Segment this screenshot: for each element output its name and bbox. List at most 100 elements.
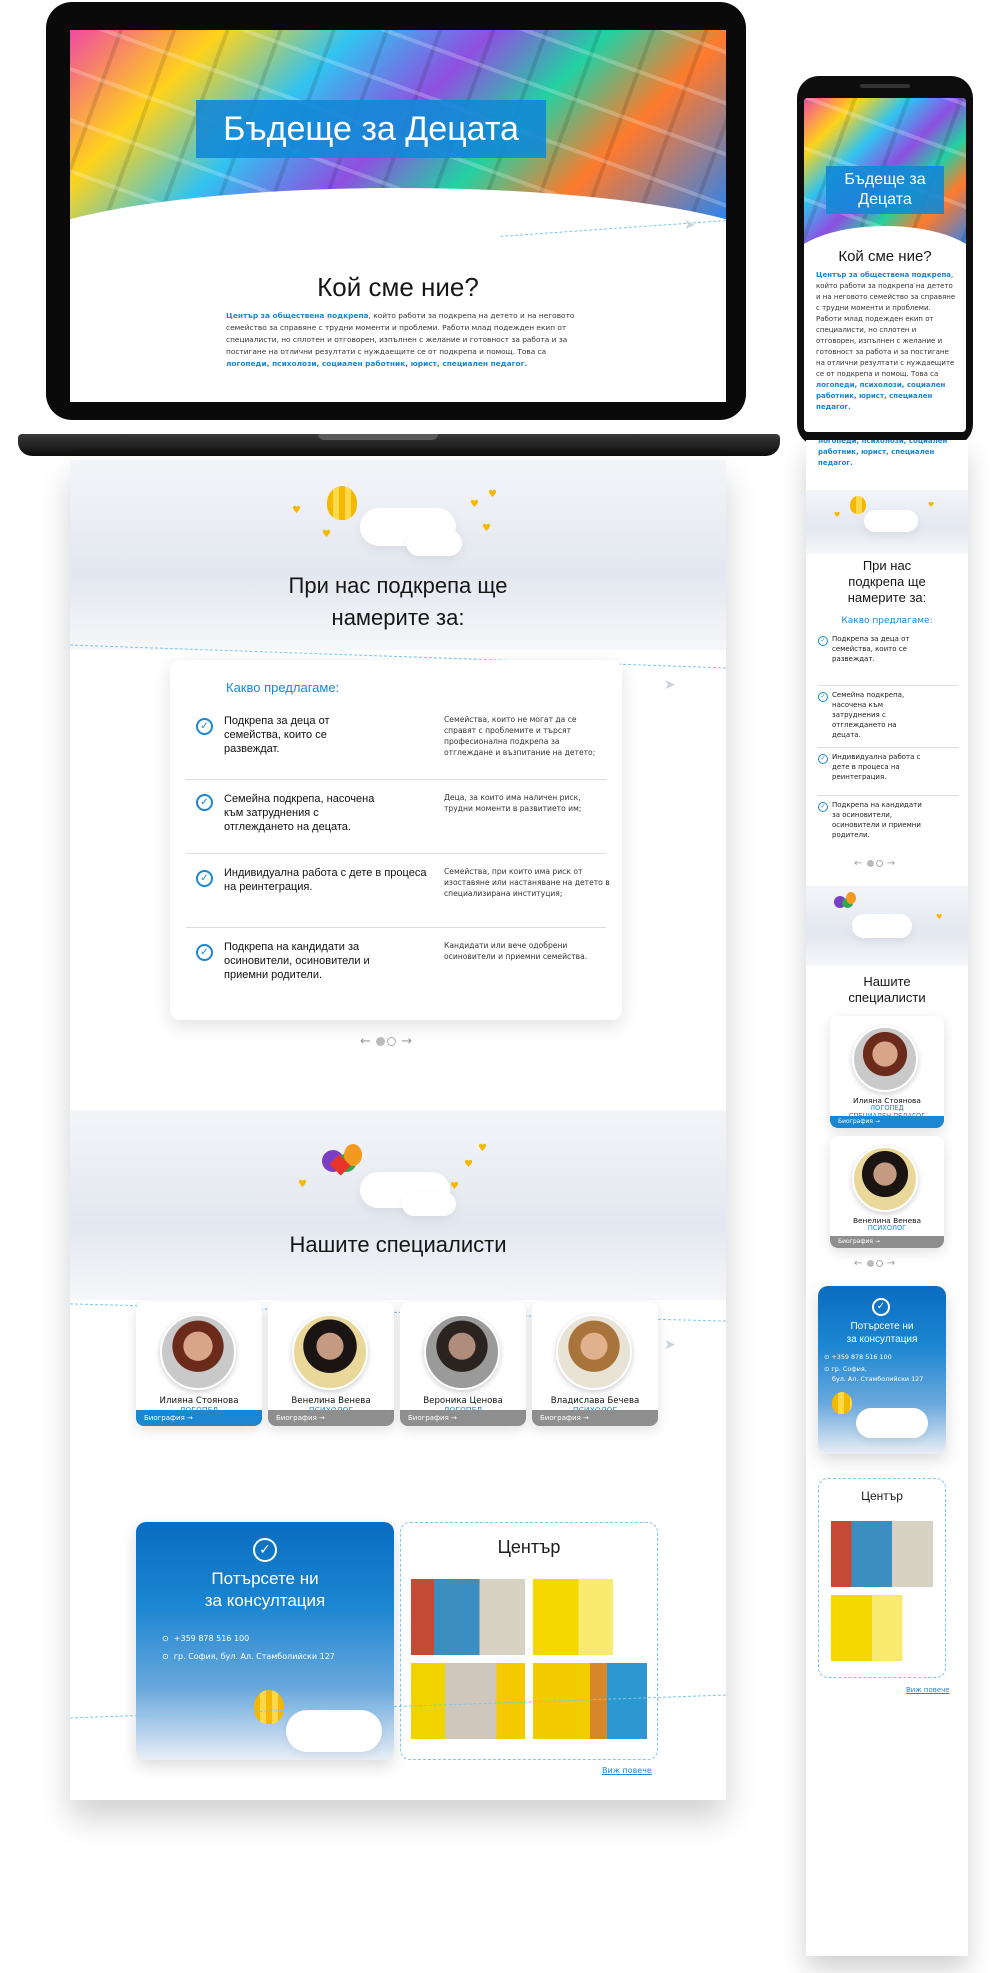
specialist-name: Владислава Бечева [550, 1396, 640, 1406]
heart-icon: ♥ [464, 1159, 473, 1170]
bio-button[interactable]: Биография → [400, 1410, 526, 1426]
specialist-role: Психолог [867, 1224, 907, 1232]
laptop-notch [318, 434, 438, 440]
heart-icon: ♥ [936, 913, 943, 921]
offers-heading: При нас подкрепа ще намерите за: [70, 570, 726, 634]
mobile-specialist-card[interactable]: Илияна Стоянова Логопед Специален педаго… [830, 1016, 944, 1128]
pager-dot[interactable] [387, 1037, 397, 1046]
arrow-right-icon[interactable]: → [401, 1034, 412, 1049]
bio-label: Биография [276, 1414, 317, 1422]
check-circle-icon: ⊙ [162, 1634, 169, 1643]
arrow-left-icon[interactable]: ← [854, 1258, 862, 1269]
heart-icon: ♥ [292, 505, 301, 516]
mobile-hero-title-line1: Бъдеще за [844, 171, 926, 188]
mobile-specialist-card[interactable]: Венелина Венева Психолог Биография → [830, 1136, 944, 1248]
avatar [424, 1314, 500, 1390]
center-photo[interactable] [411, 1663, 525, 1739]
arrow-right-icon: → [583, 1414, 589, 1422]
desktop-screen: Бъдеще за Децата ➤ Кой сме ние? Център з… [70, 30, 726, 402]
heart-icon: ♥ [298, 1179, 307, 1190]
avatar [852, 1146, 918, 1212]
about-highlight-team: логопеди, психолози, социален работник, … [816, 381, 946, 411]
mobile-offer-row: ✓ Подкрепа на кандидати за осиновители, … [818, 800, 958, 846]
about-highlight-team: логопеди, психолози, социален работник, … [226, 359, 528, 368]
avatar [556, 1314, 632, 1390]
mobile-specialists-pager: ← → [854, 1258, 895, 1269]
bio-label: Биография [838, 1238, 873, 1245]
specialist-name: Венелина Венева [291, 1396, 371, 1406]
pager-dot-active[interactable] [376, 1037, 386, 1046]
paper-plane-icon: ➤ [684, 217, 696, 233]
bio-button[interactable]: Биография → [268, 1410, 394, 1426]
center-photo[interactable] [533, 1579, 647, 1655]
heart-icon: ♥ [928, 501, 935, 509]
address-line: ⊙ гр. София, бул. Ал. Стамболийски 127 [162, 1652, 335, 1662]
arrow-right-icon[interactable]: → [887, 858, 895, 869]
see-more-link[interactable]: Виж повече [906, 1686, 950, 1694]
cloud-icon [864, 510, 918, 532]
offer-title: Подкрепа на кандидати за осиновители, ос… [224, 941, 370, 981]
mobile-center-card: Център [818, 1478, 946, 1678]
phone-number: +359 878 516 100 [831, 1353, 892, 1361]
bio-button[interactable]: Биография → [830, 1236, 944, 1248]
check-circle-icon: ✓ [818, 692, 828, 702]
bio-label: Биография [144, 1414, 185, 1422]
cloud-icon [286, 1710, 382, 1752]
bio-button[interactable]: Биография → [136, 1410, 262, 1426]
hero-banner: Бъдеще за Децата [70, 30, 726, 258]
check-circle-icon: ✓ [196, 794, 213, 811]
arrow-right-icon[interactable]: → [887, 1258, 895, 1269]
mobile-about-text: Център за обществена подкрепа, който раб… [816, 270, 956, 413]
consultation-card: ✓ Потърсете ни за консултация ⊙ +359 878… [136, 1522, 394, 1760]
see-more-link[interactable]: Виж повече [602, 1766, 652, 1775]
bio-button[interactable]: Биография → [830, 1116, 944, 1128]
mobile-screen: Бъдеще за Децата Кой сме ние? Център за … [804, 98, 966, 432]
phone-number: +359 878 516 100 [173, 1634, 250, 1643]
balloon-icon [832, 1392, 852, 1414]
bio-button[interactable]: Биография → [532, 1410, 658, 1426]
bio-label: Биография [540, 1414, 581, 1422]
pager-dot-active[interactable] [866, 1259, 874, 1267]
check-circle-icon: ✓ [196, 870, 213, 887]
mobile-about-heading: Кой сме ние? [838, 248, 932, 265]
offer-row: ✓ Подкрепа на кандидати за осиновители, … [186, 928, 606, 1002]
mobile-offer-row: ✓ Подкрепа за деца от семейства, които с… [818, 634, 958, 686]
offer-title: Семейна подкрепа, насочена към затруднен… [224, 793, 375, 833]
paper-plane-icon: ➤ [664, 1337, 676, 1353]
mobile-offer-title: Семейна подкрепа, насочена към затруднен… [832, 691, 905, 739]
center-photo[interactable] [831, 1595, 933, 1661]
mobile-specialists-heading: Нашите специалисти [806, 974, 968, 1006]
desktop-page: ♥ ♥ ♥ ♥ ♥ При нас подкрепа ще намерите з… [70, 460, 726, 1800]
specialist-card[interactable]: Венелина Венева Психолог Биография → [268, 1302, 394, 1426]
about-highlight-center: Център за обществена подкрепа [226, 311, 369, 320]
pager-dot[interactable] [875, 1259, 883, 1267]
about-heading: Кой сме ние? [317, 272, 479, 302]
check-circle-icon: ✓ [253, 1538, 277, 1562]
arrow-left-icon[interactable]: ← [360, 1034, 371, 1049]
specialist-name: Илияна Стоянова [159, 1396, 239, 1406]
address-line-2: бул. Ал. Стамболийски 127 [832, 1375, 924, 1383]
specialist-card[interactable]: Илияна Стоянова Логопед Специален педаго… [136, 1302, 262, 1426]
pager-dot[interactable] [875, 859, 883, 867]
balloon-icon [327, 486, 357, 520]
center-photo[interactable] [411, 1579, 525, 1655]
family-logo-icon [834, 890, 858, 910]
mobile-offer-title: Подкрепа на кандидати за осиновители, ос… [832, 801, 922, 839]
offer-row: ✓ Индивидуална работа с дете в процеса н… [186, 854, 610, 928]
specialist-card[interactable]: Владислава Бечева Психолог Биография → [532, 1302, 658, 1426]
offers-heading-line1: При нас подкрепа ще [288, 573, 508, 598]
mobile-consultation-title: Потърсете ни за консултация [818, 1320, 946, 1346]
phone-line[interactable]: ⊙ +359 878 516 100 [824, 1352, 892, 1362]
arrow-right-icon: → [187, 1414, 193, 1422]
about-highlight-center: Център за обществена подкрепа [816, 271, 952, 279]
mobile-offer-title: Подкрепа за деца от семейства, които се … [832, 635, 910, 663]
mobile-offers-heading-3: намерите за: [847, 590, 927, 605]
arrow-left-icon[interactable]: ← [854, 858, 862, 869]
pager-dot-active[interactable] [866, 859, 874, 867]
specialist-card[interactable]: Вероника Ценова Логопед Биография → [400, 1302, 526, 1426]
phone-line[interactable]: ⊙ +359 878 516 100 [162, 1634, 249, 1644]
cloud-icon [856, 1408, 928, 1438]
center-photo[interactable] [831, 1521, 933, 1587]
balloon-icon [254, 1690, 284, 1724]
about-text: Център за обществена подкрепа, който раб… [226, 310, 576, 370]
